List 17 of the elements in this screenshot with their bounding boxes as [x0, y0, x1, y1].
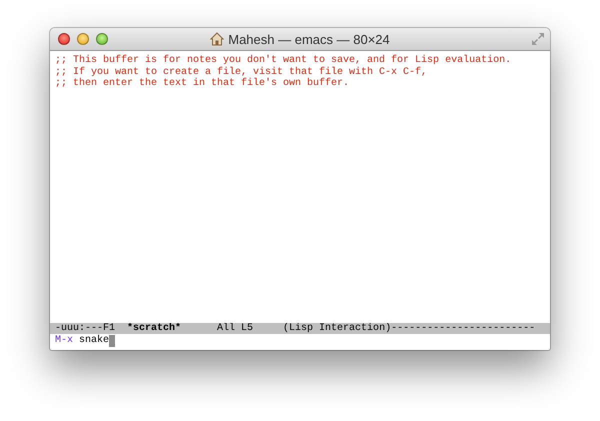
comment-line: ;; then enter the text in that file's own buffer. [55, 78, 350, 90]
zoom-button[interactable] [96, 33, 108, 45]
minimize-button[interactable] [77, 33, 89, 45]
window-title: Mahesh — emacs — 80×24 [228, 32, 390, 46]
mode-line-text: (Lisp Interaction) [283, 323, 392, 334]
fullscreen-icon[interactable] [532, 33, 544, 45]
minibuffer-prompt: M-x [55, 335, 74, 347]
mode-line-text: *scratch* [127, 323, 182, 334]
text-cursor [109, 335, 116, 347]
minibuffer-input[interactable]: snake [79, 335, 110, 347]
mode-line-text: -uuu:---F1 [55, 323, 116, 334]
house-icon [210, 32, 224, 46]
comment-line: ;; If you want to create a file, visit that file with C-x C-f, [55, 66, 428, 78]
mode-line-text: All L5 [217, 323, 254, 334]
mode-line-text: ------------------------ [391, 323, 536, 334]
comment-line: ;; This buffer is for notes you don't want to save, and for Lisp evaluation. [55, 55, 512, 66]
close-button[interactable] [58, 33, 70, 45]
